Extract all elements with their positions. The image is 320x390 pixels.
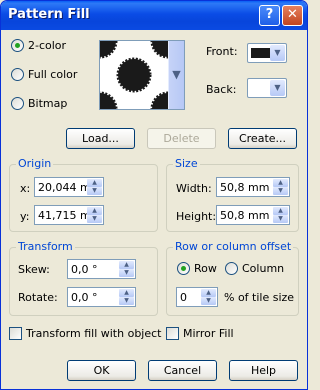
- spin-down-icon[interactable]: ▼: [119, 297, 134, 305]
- width-label: Width:: [176, 182, 212, 195]
- offset-group-title: Row or column offset: [173, 240, 294, 253]
- spin-up-icon[interactable]: ▲: [87, 179, 102, 187]
- transform-fill-checkbox[interactable]: Transform fill with object: [9, 327, 161, 340]
- spin-down-icon[interactable]: ▼: [87, 187, 102, 195]
- front-color-picker[interactable]: ▼: [247, 43, 287, 63]
- origin-group-title: Origin: [16, 157, 54, 170]
- rotate-value: 0,0 °: [71, 291, 98, 304]
- radio-bitmap-label: Bitmap: [28, 97, 68, 110]
- spin-down-icon[interactable]: ▼: [87, 215, 102, 223]
- chevron-down-icon[interactable]: ▼: [270, 45, 285, 61]
- help-button[interactable]: Help: [229, 360, 298, 381]
- skew-field[interactable]: 0,0 ° ▲ ▼: [67, 259, 136, 279]
- radio-column-offset[interactable]: Column: [225, 262, 284, 275]
- radio-full-color[interactable]: Full color: [11, 68, 77, 81]
- spin-buttons[interactable]: ▲ ▼: [201, 289, 216, 305]
- radio-2-color-button[interactable]: [11, 39, 24, 52]
- origin-x-value: 20,044 m: [38, 181, 91, 194]
- help-title-button[interactable]: ?: [259, 5, 280, 26]
- radio-2-color[interactable]: 2-color: [11, 39, 66, 52]
- spin-up-icon[interactable]: ▲: [201, 289, 216, 297]
- transform-fill-checkbox-box[interactable]: [9, 327, 22, 340]
- offset-field[interactable]: 0 ▲ ▼: [176, 287, 218, 307]
- radio-column-button[interactable]: [225, 262, 238, 275]
- width-value: 50,8 mm: [220, 181, 270, 194]
- radio-row-label: Row: [194, 262, 217, 275]
- spin-up-icon[interactable]: ▲: [119, 261, 134, 269]
- cancel-button[interactable]: Cancel: [148, 360, 217, 381]
- origin-y-field[interactable]: 41,715 m ▲ ▼: [34, 205, 104, 225]
- mirror-fill-checkbox[interactable]: Mirror Fill: [166, 327, 234, 340]
- front-label: Front:: [206, 45, 238, 58]
- spin-down-icon[interactable]: ▼: [119, 269, 134, 277]
- origin-y-label: y:: [20, 210, 30, 223]
- width-field[interactable]: 50,8 mm ▲ ▼: [216, 177, 290, 197]
- spin-buttons[interactable]: ▲ ▼: [87, 207, 102, 223]
- size-group-title: Size: [173, 157, 200, 170]
- dialog-body: 2-color Full color Bitmap ▼ Front: ▼ Bac…: [1, 30, 307, 389]
- spin-down-icon[interactable]: ▼: [273, 187, 288, 195]
- height-value: 50,8 mm: [220, 209, 270, 222]
- radio-bitmap-button[interactable]: [11, 97, 24, 110]
- radio-full-color-button[interactable]: [11, 68, 24, 81]
- spin-buttons[interactable]: ▲ ▼: [273, 207, 288, 223]
- spin-buttons[interactable]: ▲ ▼: [273, 179, 288, 195]
- spin-up-icon[interactable]: ▲: [87, 207, 102, 215]
- skew-value: 0,0 °: [71, 263, 98, 276]
- rotate-label: Rotate:: [18, 291, 58, 304]
- load-button[interactable]: Load...: [66, 128, 135, 149]
- transform-fill-label: Transform fill with object: [26, 327, 162, 340]
- create-button[interactable]: Create...: [228, 128, 297, 149]
- radio-2-color-label: 2-color: [28, 39, 67, 52]
- spin-buttons[interactable]: ▲ ▼: [119, 261, 134, 277]
- radio-full-color-label: Full color: [28, 68, 78, 81]
- back-color-picker[interactable]: ▼: [247, 78, 287, 98]
- pattern-preview-image: [100, 41, 168, 109]
- spin-buttons[interactable]: ▲ ▼: [87, 179, 102, 195]
- height-label: Height:: [176, 210, 217, 223]
- skew-label: Skew:: [18, 263, 50, 276]
- mirror-fill-checkbox-box[interactable]: [166, 327, 179, 340]
- radio-bitmap[interactable]: Bitmap: [11, 97, 67, 110]
- delete-button[interactable]: Delete: [147, 128, 216, 149]
- chevron-down-icon[interactable]: ▼: [168, 41, 184, 109]
- close-button[interactable]: ✕: [282, 5, 303, 26]
- mirror-fill-label: Mirror Fill: [183, 327, 234, 340]
- chevron-down-icon[interactable]: ▼: [270, 80, 285, 96]
- radio-column-label: Column: [242, 262, 285, 275]
- pattern-preview-picker[interactable]: ▼: [99, 40, 185, 110]
- back-color-swatch: [251, 83, 271, 93]
- title-bar: Pattern Fill ? ✕: [1, 1, 307, 30]
- spin-down-icon[interactable]: ▼: [201, 297, 216, 305]
- ok-button[interactable]: OK: [67, 360, 136, 381]
- offset-suffix: % of tile size: [224, 291, 295, 304]
- spin-buttons[interactable]: ▲ ▼: [119, 289, 134, 305]
- spin-up-icon[interactable]: ▲: [119, 289, 134, 297]
- transform-group-title: Transform: [16, 240, 75, 253]
- spin-up-icon[interactable]: ▲: [273, 179, 288, 187]
- offset-value: 0: [180, 291, 187, 304]
- height-field[interactable]: 50,8 mm ▲ ▼: [216, 205, 290, 225]
- pattern-fill-dialog: Pattern Fill ? ✕ 2-color Full color Bitm…: [0, 0, 308, 390]
- back-label: Back:: [206, 83, 237, 96]
- origin-x-label: x:: [20, 182, 31, 195]
- origin-x-field[interactable]: 20,044 m ▲ ▼: [34, 177, 104, 197]
- front-color-swatch: [251, 48, 271, 58]
- origin-y-value: 41,715 m: [38, 209, 91, 222]
- spin-down-icon[interactable]: ▼: [273, 215, 288, 223]
- spin-up-icon[interactable]: ▲: [273, 207, 288, 215]
- radio-row-offset[interactable]: Row: [177, 262, 217, 275]
- radio-row-button[interactable]: [177, 262, 190, 275]
- window-title: Pattern Fill: [8, 7, 90, 22]
- rotate-field[interactable]: 0,0 ° ▲ ▼: [67, 287, 136, 307]
